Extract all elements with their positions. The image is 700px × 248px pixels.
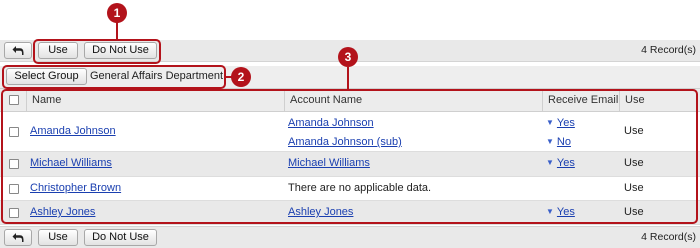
bottom-toolbar: Use Do Not Use 4 Record(s) [0,226,700,248]
callout-2-badge: 2 [231,67,251,87]
back-arrow-icon [12,233,24,242]
callout-1-badge: 1 [107,3,127,23]
back-button[interactable] [4,229,32,246]
record-count: 4 Record(s) [641,231,696,243]
back-arrow-icon [12,46,24,55]
callout-3-highlight [1,89,698,224]
callout-3-badge: 3 [338,47,358,67]
callout-2-highlight [2,65,226,89]
back-button[interactable] [4,42,32,59]
record-count: 4 Record(s) [641,44,696,56]
callout-1-connector [116,22,118,39]
do-not-use-button[interactable]: Do Not Use [84,229,157,246]
use-button[interactable]: Use [38,229,78,246]
callout-3-connector [347,67,349,89]
callout-1-highlight [33,39,161,64]
